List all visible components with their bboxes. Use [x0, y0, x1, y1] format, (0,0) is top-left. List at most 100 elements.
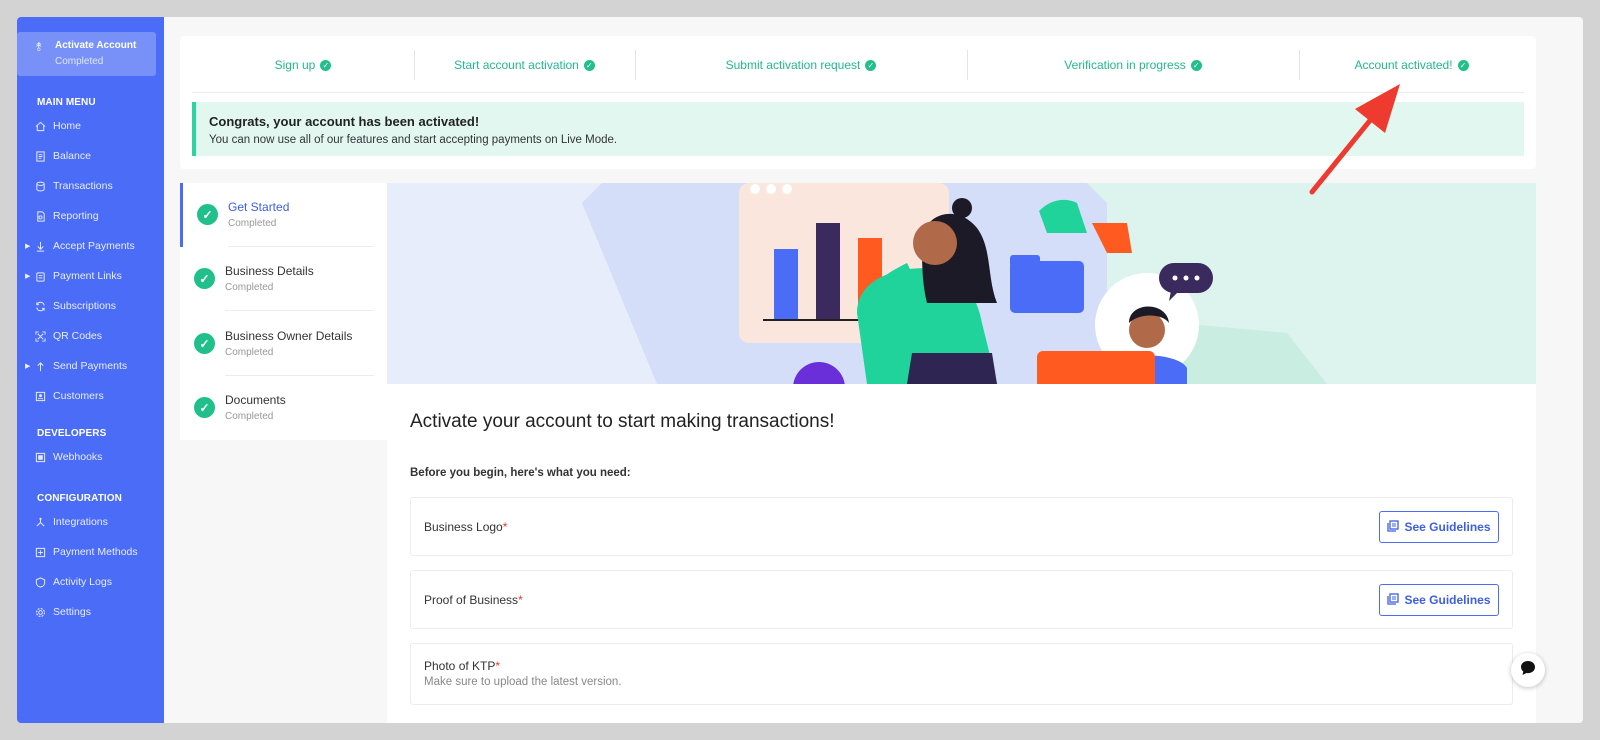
- sidebar-item-payment-methods[interactable]: Payment Methods: [35, 543, 160, 561]
- sidebar-item-subscriptions[interactable]: Subscriptions: [35, 297, 160, 315]
- progress-step-label: Account activated!: [1354, 58, 1453, 72]
- sidebar-item-home[interactable]: Home: [35, 117, 160, 135]
- sidebar-item-label: Reporting: [53, 210, 99, 222]
- sidebar-item-label: Accept Payments: [53, 240, 135, 252]
- banner-title: Congrats, your account has been activate…: [209, 114, 480, 129]
- sidebar-item-label: Settings: [53, 606, 91, 618]
- sidebar-item-label: Payment Methods: [53, 546, 138, 558]
- check-icon: ✓: [1457, 59, 1469, 71]
- step-status: Completed: [228, 218, 277, 229]
- sidebar-item-label: Integrations: [53, 516, 108, 528]
- main-area: Sign up ✓ Start account activation ✓ Submi…: [164, 17, 1583, 723]
- required-mark: *: [518, 593, 523, 607]
- step-status: Completed: [225, 411, 274, 422]
- send-payments-icon: [35, 361, 53, 372]
- requirement-photo-of-ktp: Photo of KTP* Make sure to upload the la…: [410, 643, 1513, 705]
- step-title: Get Started: [228, 200, 290, 214]
- payment-links-icon: [35, 271, 53, 282]
- banner-text: You can now use all of our features and …: [209, 134, 618, 146]
- step-business-details[interactable]: ✓ Business Details Completed: [180, 247, 387, 311]
- check-icon: ✓: [583, 59, 595, 71]
- progress-step-start-activation: Start account activation ✓: [414, 48, 635, 82]
- sidebar-item-integrations[interactable]: Integrations: [35, 513, 160, 531]
- sidebar-item-accept-payments[interactable]: ▶ Accept Payments: [25, 237, 160, 255]
- activation-step-list: ✓ Get Started Completed ✓ Business Detai…: [180, 183, 387, 440]
- sidebar-item-transactions[interactable]: Transactions: [35, 177, 160, 195]
- app-frame: ⥉ Activate Account Completed MAIN MENU H…: [17, 17, 1583, 723]
- see-guidelines-button[interactable]: See Guidelines: [1379, 511, 1499, 543]
- sidebar-item-label: Home: [53, 120, 82, 132]
- sidebar-item-label: Payment Links: [53, 270, 122, 282]
- customers-icon: [35, 391, 53, 402]
- chevron-right-icon: ▶: [25, 363, 31, 370]
- integrations-icon: [35, 517, 53, 528]
- balance-icon: [35, 150, 53, 162]
- success-banner: Congrats, your account has been activate…: [192, 102, 1524, 156]
- see-guidelines-button[interactable]: See Guidelines: [1379, 584, 1499, 616]
- progress-step-label: Submit activation request: [725, 58, 861, 72]
- requirement-label: Photo of KTP*: [424, 659, 500, 673]
- step-title: Business Owner Details: [225, 329, 353, 343]
- sidebar-item-label: Activity Logs: [53, 576, 112, 588]
- check-icon: ✓: [1190, 59, 1202, 71]
- sidebar-item-webhooks[interactable]: Webhooks: [35, 448, 160, 466]
- sidebar-item-label: Subscriptions: [53, 300, 117, 312]
- divider: [225, 310, 374, 311]
- see-guidelines-label: See Guidelines: [1404, 593, 1491, 607]
- progress-step-sign-up: Sign up ✓: [192, 48, 414, 82]
- requirement-name: Proof of Business: [424, 593, 519, 607]
- sidebar-item-qr-codes[interactable]: QR Codes: [35, 327, 160, 345]
- progress-step-account-activated: Account activated! ✓: [1299, 48, 1524, 82]
- requirement-name: Photo of KTP: [424, 659, 496, 673]
- sidebar-item-payment-links[interactable]: ▶ Payment Links: [25, 267, 160, 285]
- sidebar-item-label: Balance: [53, 150, 91, 162]
- check-icon: ✓: [197, 204, 218, 225]
- see-guidelines-label: See Guidelines: [1404, 520, 1491, 534]
- webhooks-icon: [35, 452, 53, 463]
- requirements-label: Before you begin, here's what you need:: [410, 467, 631, 479]
- activate-account-label: Activate Account: [55, 40, 137, 51]
- reporting-icon: [35, 210, 53, 222]
- step-title: Documents: [225, 393, 286, 407]
- main-heading: Activate your account to start making tr…: [410, 411, 835, 432]
- payment-methods-icon: [35, 547, 53, 558]
- sidebar-item-activate-account[interactable]: ⥉ Activate Account Completed: [17, 32, 156, 76]
- activation-status-card: Sign up ✓ Start account activation ✓ Submi…: [180, 36, 1536, 169]
- sidebar-item-customers[interactable]: Customers: [35, 387, 160, 405]
- check-icon: ✓: [194, 397, 215, 418]
- step-title: Business Details: [225, 264, 314, 278]
- sidebar-item-activity-logs[interactable]: Activity Logs: [35, 573, 160, 591]
- sidebar-item-reporting[interactable]: Reporting: [35, 207, 160, 225]
- check-icon: ✓: [194, 268, 215, 289]
- requirement-label: Business Logo*: [424, 520, 507, 534]
- sidebar-item-label: Webhooks: [53, 451, 103, 463]
- step-business-owner-details[interactable]: ✓ Business Owner Details Completed: [180, 312, 387, 376]
- chat-button[interactable]: [1511, 653, 1545, 687]
- step-status: Completed: [225, 347, 274, 358]
- subscriptions-icon: [35, 301, 53, 312]
- requirement-name: Business Logo: [424, 520, 503, 534]
- requirement-proof-of-business: Proof of Business* See Guidelines: [410, 570, 1513, 629]
- settings-icon: [35, 607, 53, 618]
- requirement-label: Proof of Business*: [424, 593, 523, 607]
- progress-step-label: Verification in progress: [1064, 58, 1186, 72]
- step-get-started[interactable]: ✓ Get Started Completed: [180, 183, 387, 247]
- check-icon: ✓: [194, 333, 215, 354]
- sidebar-item-balance[interactable]: Balance: [35, 147, 160, 165]
- progress-step-label: Sign up: [274, 58, 316, 72]
- sidebar-item-settings[interactable]: Settings: [35, 603, 160, 621]
- guidelines-icon: [1387, 519, 1400, 535]
- activity-logs-icon: [35, 576, 53, 588]
- sidebar-item-send-payments[interactable]: ▶ Send Payments: [25, 357, 160, 375]
- requirement-hint: Make sure to upload the latest version.: [424, 676, 622, 688]
- activate-account-status: Completed: [55, 56, 104, 67]
- required-mark: *: [502, 520, 508, 534]
- sidebar-item-label: QR Codes: [53, 330, 103, 342]
- step-status: Completed: [225, 282, 274, 293]
- step-documents[interactable]: ✓ Documents Completed: [180, 376, 387, 440]
- get-started-panel: Activate your account to start making tr…: [387, 183, 1536, 723]
- hero-illustration: [387, 183, 1536, 384]
- transactions-icon: [35, 181, 53, 192]
- accept-payments-icon: [35, 241, 53, 252]
- sidebar-item-label: Customers: [53, 390, 104, 402]
